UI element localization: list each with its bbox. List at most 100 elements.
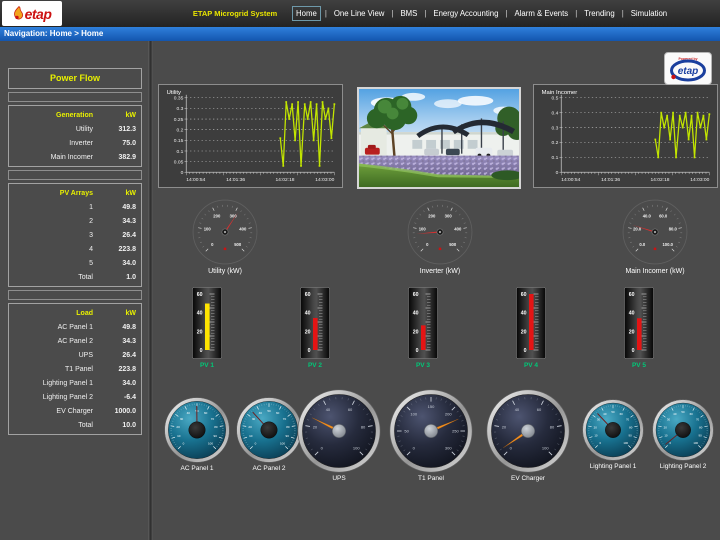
table-row: Main Incomer382.9 (9, 150, 141, 164)
menu-item-home[interactable]: Home (292, 6, 321, 21)
svg-text:80: 80 (629, 425, 633, 429)
row-label: Load (9, 310, 105, 317)
svg-text:0.35: 0.35 (174, 96, 184, 102)
svg-text:30: 30 (252, 417, 256, 421)
pv2-label: PV 2 (285, 362, 345, 369)
table-spacer (8, 92, 142, 102)
power-flow-section-pv-arrays: PV ArrayskW149.8234.3326.44223.8534.0Tot… (8, 183, 142, 287)
svg-text:80: 80 (286, 425, 290, 429)
svg-text:14:00:54: 14:00:54 (186, 177, 205, 183)
row-label: EV Charger (9, 408, 105, 415)
svg-text:300: 300 (230, 213, 238, 218)
table-row: 234.3 (9, 214, 141, 228)
svg-text:30: 30 (597, 418, 601, 422)
svg-text:20: 20 (248, 425, 252, 429)
svg-text:0.3: 0.3 (552, 125, 559, 131)
table-spacer (8, 170, 142, 180)
row-label: Total (9, 274, 105, 281)
svg-text:100: 100 (693, 441, 698, 445)
svg-text:200: 200 (213, 213, 221, 218)
svg-text:40: 40 (673, 412, 677, 416)
pv2-bar-gauge: 6040200 (300, 286, 330, 360)
row-label: Total (9, 422, 105, 429)
power-flow-sections: GenerationkWUtility312.3Inverter75.0Main… (8, 105, 142, 435)
menu-separator: | (391, 9, 393, 18)
red-drop-icon (671, 75, 675, 79)
svg-text:20: 20 (313, 425, 318, 430)
etap-flame-icon (13, 6, 24, 21)
svg-text:40.0: 40.0 (643, 213, 652, 218)
gauge-label-inverter: Inverter (kW) (380, 268, 500, 275)
svg-text:14:02:18: 14:02:18 (275, 177, 294, 183)
row-label: Main Incomer (9, 154, 105, 161)
svg-text:40: 40 (603, 412, 607, 416)
etap-oval-icon: Powered by etap (666, 54, 710, 83)
etap-logo[interactable]: etap (2, 1, 62, 26)
svg-text:0.0: 0.0 (639, 242, 646, 247)
svg-text:60: 60 (348, 407, 353, 412)
svg-text:14:03:00: 14:03:00 (315, 177, 334, 183)
svg-text:50: 50 (681, 410, 685, 414)
menu-separator: | (325, 9, 327, 18)
row-value: 10.0 (105, 422, 141, 429)
row-value: 1.0 (105, 274, 141, 281)
svg-text:80: 80 (699, 425, 703, 429)
svg-text:20: 20 (197, 329, 203, 335)
svg-text:0: 0 (556, 170, 559, 176)
row-value: 1000.0 (105, 408, 141, 415)
svg-text:40: 40 (521, 311, 527, 317)
main-incomer-trend-chart: Main Incomer00.10.20.30.40.514:00:5414:0… (533, 84, 718, 188)
menu-item-bms[interactable]: BMS (397, 7, 420, 20)
svg-text:50: 50 (611, 410, 615, 414)
svg-text:40: 40 (197, 311, 203, 317)
svg-text:90: 90 (629, 434, 633, 438)
row-value: 382.9 (105, 154, 141, 161)
svg-text:100: 100 (204, 227, 212, 232)
menu-item-simulation[interactable]: Simulation (628, 7, 670, 20)
row-value: 49.8 (105, 324, 141, 331)
row-value: 34.0 (105, 260, 141, 267)
svg-text:20: 20 (413, 329, 419, 335)
pv1-bar-gauge: 6040200 (192, 286, 222, 360)
svg-text:0.2: 0.2 (177, 127, 184, 133)
dial-label-lighting-panel-2: Lighting Panel 2 (638, 463, 720, 470)
row-label: Utility (9, 126, 105, 133)
gauge-label-main-incomer: Main Incomer (kW) (595, 268, 715, 275)
utility-trend-chart: Utility00.050.10.150.20.250.30.3514:00:5… (158, 84, 343, 188)
svg-text:100: 100 (542, 446, 549, 451)
svg-text:300: 300 (445, 446, 452, 451)
menu-item-trending[interactable]: Trending (581, 7, 617, 20)
svg-text:0: 0 (524, 348, 527, 354)
row-label: AC Panel 1 (9, 324, 105, 331)
svg-text:10: 10 (177, 434, 181, 438)
svg-text:0.2: 0.2 (552, 140, 559, 146)
app-title: ETAP Microgrid System (160, 0, 310, 27)
svg-text:20: 20 (305, 329, 311, 335)
svg-text:500: 500 (234, 242, 242, 247)
utility-gauge: 0100200300400500 (191, 198, 259, 266)
svg-text:70: 70 (211, 417, 215, 421)
svg-text:400: 400 (454, 227, 462, 232)
menu-item-energy-accounting[interactable]: Energy Accounting (430, 7, 501, 20)
svg-text:0: 0 (211, 242, 214, 247)
svg-text:0.25: 0.25 (174, 117, 184, 123)
power-flow-section-load: LoadkWAC Panel 149.8AC Panel 234.3UPS26.… (8, 303, 142, 435)
inverter-gauge: 0100200300400500 (406, 198, 474, 266)
table-row: Inverter75.0 (9, 136, 141, 150)
gauge-label-utility: Utility (kW) (165, 268, 285, 275)
svg-text:100: 100 (353, 446, 360, 451)
row-value: 223.8 (105, 366, 141, 373)
menu-item-one-line-view[interactable]: One Line View (331, 7, 388, 20)
svg-text:0.15: 0.15 (174, 138, 184, 144)
svg-text:60.0: 60.0 (659, 213, 668, 218)
svg-text:0: 0 (632, 348, 635, 354)
svg-text:0.5: 0.5 (552, 96, 559, 102)
svg-text:30: 30 (180, 417, 184, 421)
svg-text:0: 0 (308, 348, 311, 354)
row-value: 26.4 (105, 352, 141, 359)
section-header-row: PV ArrayskW (9, 186, 141, 200)
power-flow-section-generation: GenerationkWUtility312.3Inverter75.0Main… (8, 105, 142, 167)
menu-item-alarm-events[interactable]: Alarm & Events (511, 7, 571, 20)
row-label: 5 (9, 260, 105, 267)
svg-text:90: 90 (214, 434, 218, 438)
